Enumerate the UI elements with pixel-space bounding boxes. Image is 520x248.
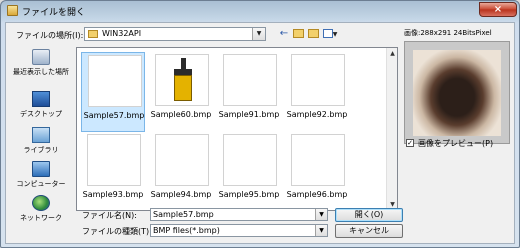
preview-pane (404, 41, 510, 144)
place-network[interactable]: ネットワーク (8, 195, 74, 223)
file-item[interactable]: Sample92.bmp (285, 52, 349, 132)
file-item[interactable]: Sample60.bmp (149, 52, 213, 132)
window-title: ファイルを開く (22, 8, 86, 18)
place-desktop[interactable]: デスクトップ (8, 91, 74, 119)
file-name: Sample91.bmp (218, 110, 280, 119)
chevron-down-icon[interactable]: ▼ (315, 225, 327, 236)
recent-places-icon (32, 49, 50, 65)
view-icon (322, 28, 333, 38)
cancel-button[interactable]: キャンセル (335, 224, 403, 238)
up-folder-button[interactable] (291, 27, 305, 41)
file-thumbnail (155, 54, 209, 106)
brush-bristle (174, 75, 192, 101)
place-computer[interactable]: コンピューター (8, 161, 74, 189)
folder-icon (7, 5, 18, 16)
preview-checkbox[interactable]: ✓ (406, 139, 414, 147)
file-thumbnail (223, 134, 277, 186)
file-item[interactable]: Sample94.bmp (149, 132, 213, 210)
filetype-value: BMP files(*.bmp) (153, 226, 220, 235)
file-item[interactable]: Sample96.bmp (285, 132, 349, 210)
new-folder-icon (307, 28, 319, 38)
file-item[interactable]: Sample91.bmp (217, 52, 281, 132)
vertical-scrollbar[interactable]: ▲ ▼ (386, 48, 397, 210)
file-thumbnail (87, 134, 141, 186)
new-folder-button[interactable] (306, 27, 320, 41)
up-folder-icon (292, 28, 304, 38)
file-item[interactable]: Sample93.bmp (81, 132, 145, 210)
file-thumbnail (223, 54, 277, 106)
places-bar: 最近表示した場所 デスクトップ ライブラリ コンピューター ネットワーク (8, 49, 74, 227)
filename-label: ファイル名(N): (82, 211, 137, 220)
computer-icon (32, 161, 50, 177)
file-list[interactable]: Sample57.bmp Sample60.bmp Sample91.bmp S… (76, 47, 398, 211)
chevron-down-icon[interactable]: ▼ (252, 28, 265, 40)
network-icon (32, 195, 50, 211)
dialog-body: ファイルの場所(I): WIN32API ▼ ← ▼ 最近表示した場所 デスクト… (5, 22, 515, 244)
place-recent[interactable]: 最近表示した場所 (8, 49, 74, 77)
open-file-dialog: ファイルを開く × ファイルの場所(I): WIN32API ▼ ← ▼ 最近表… (0, 0, 520, 248)
filetype-select[interactable]: BMP files(*.bmp) ▼ (150, 224, 328, 237)
file-item[interactable]: Sample95.bmp (217, 132, 281, 210)
file-thumbnail (291, 54, 345, 106)
file-thumbnail (155, 134, 209, 186)
title-bar[interactable]: ファイルを開く × (1, 1, 519, 21)
scroll-up-icon[interactable]: ▲ (387, 48, 398, 59)
place-label: ライブラリ (23, 146, 59, 154)
preview-checkbox-label[interactable]: 画像をプレビュー(P) (418, 138, 493, 149)
file-thumbnail (88, 55, 142, 107)
file-name: Sample94.bmp (150, 190, 212, 199)
place-label: 最近表示した場所 (13, 68, 69, 76)
file-item[interactable]: Sample57.bmp (81, 52, 145, 132)
close-button[interactable]: × (479, 2, 517, 17)
preview-info: 画像:288x291 24BitsPixel (404, 29, 492, 37)
view-menu-button[interactable]: ▼ (320, 27, 340, 41)
look-in-label: ファイルの場所(I): (16, 31, 84, 40)
back-button[interactable]: ← (278, 27, 290, 41)
folder-icon (88, 30, 98, 38)
desktop-icon (32, 91, 50, 107)
libraries-icon (32, 127, 50, 143)
file-name: Sample60.bmp (150, 110, 212, 119)
preview-image (413, 50, 501, 136)
file-name: Sample92.bmp (286, 110, 348, 119)
look-in-combobox[interactable]: WIN32API ▼ (84, 27, 266, 41)
look-in-value: WIN32API (102, 29, 142, 38)
chevron-down-icon[interactable]: ▼ (315, 209, 327, 220)
file-name: Sample96.bmp (286, 190, 348, 199)
place-label: コンピューター (16, 180, 66, 188)
filetype-label: ファイルの種類(T): (82, 227, 152, 236)
filename-input[interactable]: Sample57.bmp ▼ (150, 208, 328, 221)
file-name: Sample93.bmp (82, 190, 144, 199)
place-label: ネットワーク (20, 214, 62, 222)
place-label: デスクトップ (20, 110, 62, 118)
filename-value: Sample57.bmp (153, 210, 214, 219)
file-name: Sample95.bmp (218, 190, 280, 199)
open-button[interactable]: 開く(O) (335, 208, 403, 222)
file-name: Sample57.bmp (83, 111, 145, 120)
file-thumbnail (291, 134, 345, 186)
place-libraries[interactable]: ライブラリ (8, 127, 74, 155)
